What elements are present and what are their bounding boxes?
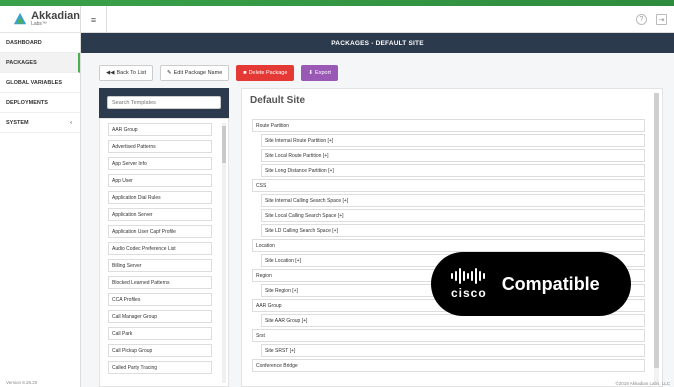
copyright: ©2018 Akkadian Labs, LLC xyxy=(615,381,670,386)
tree-child-item[interactable]: Site Internal Calling Search Space [+] xyxy=(261,194,645,207)
template-list-item[interactable]: Billing Server xyxy=(108,259,212,272)
back-to-list-button[interactable]: ◀◀ Back To List xyxy=(99,65,154,81)
edit-package-name-button[interactable]: ✎ Edit Package Name xyxy=(160,65,230,81)
site-tree: Route Partition Site Internal Route Parti… xyxy=(252,119,645,374)
sidebar-item-label: DEPLOYMENTS xyxy=(6,99,48,106)
sidebar-item-dashboard[interactable]: DASHBOARD xyxy=(0,33,80,53)
templates-scrollbar[interactable] xyxy=(222,123,226,383)
sidebar-item-label: SYSTEM xyxy=(6,119,29,126)
delete-button-label: Delete Package xyxy=(248,70,288,76)
template-list-item[interactable]: Application User Capf Profile xyxy=(108,225,212,238)
sidebar-item-label: PACKAGES xyxy=(6,59,37,66)
sidebar-item-label: GLOBAL VARIABLES xyxy=(6,79,63,86)
template-list-item[interactable]: CCA Profiles xyxy=(108,293,212,306)
template-list-item[interactable]: Call Park xyxy=(108,327,212,340)
edit-button-label: Edit Package Name xyxy=(173,70,223,76)
tree-child-item[interactable]: Site LD Calling Search Space [+] xyxy=(261,224,645,237)
search-box xyxy=(99,88,229,118)
cisco-bars-icon xyxy=(451,268,487,284)
template-list-item[interactable]: Application Dial Rules xyxy=(108,191,212,204)
download-icon: ⬇ xyxy=(308,70,314,76)
template-list-item[interactable]: Call Manager Group xyxy=(108,310,212,323)
template-list-item[interactable]: Application Server xyxy=(108,208,212,221)
brand-logo[interactable]: Akkadian Labs™ xyxy=(0,6,80,33)
logout-icon[interactable]: ⇥ xyxy=(656,14,667,25)
trash-icon: ■ xyxy=(243,70,247,76)
back-button-label: Back To List xyxy=(116,70,147,76)
sidebar-item-system[interactable]: SYSTEM ‹ xyxy=(0,113,80,133)
tree-group-header[interactable]: CSS xyxy=(252,179,645,192)
app-window: Akkadian Labs™ DASHBOARD PACKAGES GLOBAL V… xyxy=(0,6,674,387)
help-icon[interactable]: ? xyxy=(636,14,647,25)
hamburger-icon[interactable]: ≡ xyxy=(81,6,107,33)
sidebar-nav: DASHBOARD PACKAGES GLOBAL VARIABLES DEPLOYM… xyxy=(0,33,80,133)
delete-package-button[interactable]: ■ Delete Package xyxy=(236,65,295,81)
cisco-logo: cisco xyxy=(451,268,487,300)
export-button-label: Export xyxy=(315,70,331,76)
templates-list: AAR Group Advertised Patterns App Server I… xyxy=(99,118,229,387)
site-panel: Default Site Route Partition Site Interna… xyxy=(241,88,663,387)
akkadian-logo-icon xyxy=(13,12,27,25)
template-list-item[interactable]: Called Party Tracing xyxy=(108,361,212,374)
tree-group-header[interactable]: Conference Bridge xyxy=(252,359,645,372)
tree-group-header[interactable]: Route Partition xyxy=(252,119,645,132)
version-label: Version 8.26.20 xyxy=(6,380,38,385)
export-button[interactable]: ⬇ Export xyxy=(301,65,338,81)
site-title: Default Site xyxy=(250,95,306,106)
tree-group-header[interactable]: Location xyxy=(252,239,645,252)
brand-sub: Labs™ xyxy=(31,21,47,27)
cisco-wordmark: cisco xyxy=(451,286,487,300)
tree-group-header[interactable]: Srst xyxy=(252,329,645,342)
sidebar-item-deployments[interactable]: DEPLOYMENTS xyxy=(0,93,80,113)
template-list-item[interactable]: Call Pickup Group xyxy=(108,344,212,357)
tree-child-item[interactable]: Site SRST [+] xyxy=(261,344,645,357)
template-list-item[interactable]: App User xyxy=(108,174,212,187)
templates-panel: AAR Group Advertised Patterns App Server I… xyxy=(99,88,229,387)
compatible-label: Compatible xyxy=(501,273,600,294)
double-left-arrow-icon: ◀◀ xyxy=(106,70,115,76)
sidebar-item-packages[interactable]: PACKAGES xyxy=(0,53,80,73)
chevron-left-icon: ‹ xyxy=(70,119,72,126)
page-title: PACKAGES - DEFAULT SITE xyxy=(81,33,674,53)
main-content: PACKAGES - DEFAULT SITE ◀◀ Back To List … xyxy=(81,33,674,387)
cisco-compatible-badge: cisco Compatible xyxy=(431,252,631,316)
sidebar: Akkadian Labs™ DASHBOARD PACKAGES GLOBAL V… xyxy=(0,6,81,387)
sidebar-item-global-variables[interactable]: GLOBAL VARIABLES xyxy=(0,73,80,93)
search-templates-input[interactable] xyxy=(107,96,221,109)
top-bar: ≡ ? ⇥ xyxy=(81,6,674,33)
sidebar-item-label: DASHBOARD xyxy=(6,39,42,46)
tree-child-item[interactable]: Site Local Route Partition [+] xyxy=(261,149,645,162)
tree-child-item[interactable]: Site Local Calling Search Space [+] xyxy=(261,209,645,222)
toolbar: ◀◀ Back To List ✎ Edit Package Name ■ De… xyxy=(99,65,338,81)
template-list-item[interactable]: App Server Info xyxy=(108,157,212,170)
template-list-item[interactable]: Blocked Learned Patterns xyxy=(108,276,212,289)
tree-child-item[interactable]: Site Internal Route Partition [+] xyxy=(261,134,645,147)
tree-child-item[interactable]: Site Long Distance Partition [+] xyxy=(261,164,645,177)
template-list-item[interactable]: Advertised Patterns xyxy=(108,140,212,153)
template-list-item[interactable]: Audio Codec Preference List xyxy=(108,242,212,255)
template-list-item[interactable]: AAR Group xyxy=(108,123,212,136)
pencil-icon: ✎ xyxy=(167,70,172,76)
site-scrollbar[interactable] xyxy=(654,93,659,383)
